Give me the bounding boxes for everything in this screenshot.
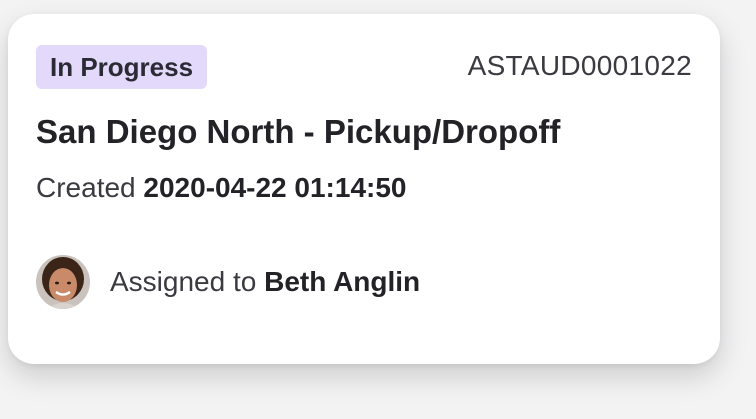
assignee-row: Assigned to Beth Anglin — [36, 254, 420, 310]
task-card[interactable]: In Progress ASTAUD0001022 San Diego Nort… — [8, 14, 720, 364]
assignee-name: Beth Anglin — [264, 266, 421, 297]
created-line: Created 2020-04-22 01:14:50 — [36, 172, 407, 204]
ticket-id: ASTAUD0001022 — [467, 50, 692, 81]
created-label: Created — [36, 172, 136, 203]
avatar-image — [36, 255, 90, 309]
status-badge: In Progress — [36, 45, 208, 89]
page: In Progress ASTAUD0001022 San Diego Nort… — [0, 0, 756, 419]
assigned-label: Assigned to — [110, 266, 257, 297]
assigned-text: Assigned to Beth Anglin — [110, 266, 420, 298]
avatar — [36, 255, 90, 309]
card-title: San Diego North - Pickup/Dropoff — [36, 113, 561, 150]
created-timestamp: 2020-04-22 01:14:50 — [143, 172, 407, 203]
